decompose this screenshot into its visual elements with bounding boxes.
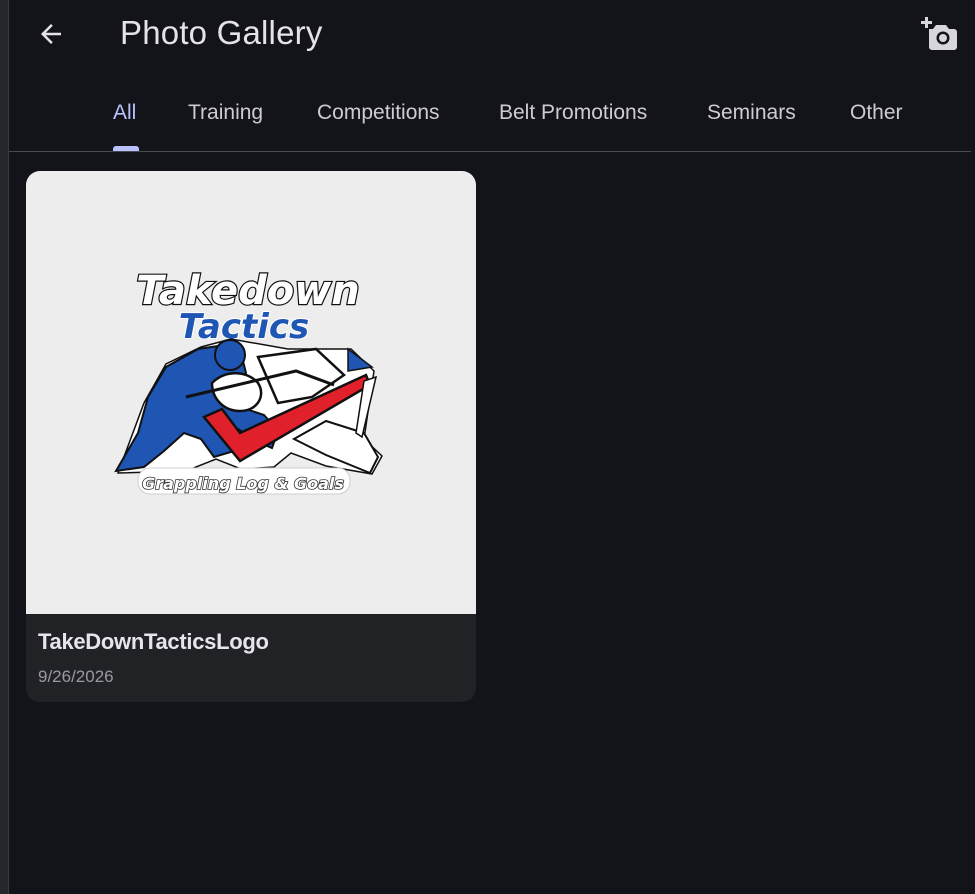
logo-tagline: Grappling Log & Goals: [142, 474, 344, 493]
photo-date: 9/26/2026: [38, 667, 114, 686]
tab-other[interactable]: Other: [850, 98, 903, 128]
category-tabs: All Training Competitions Belt Promotion…: [9, 82, 971, 152]
active-tab-indicator: [113, 146, 139, 151]
tab-belt-promotions[interactable]: Belt Promotions: [499, 98, 647, 128]
tab-competitions[interactable]: Competitions: [317, 98, 440, 128]
back-button[interactable]: [31, 14, 71, 54]
add-photo-camera-icon: [921, 17, 957, 50]
top-app-bar: Photo Gallery: [9, 0, 975, 70]
add-photo-button[interactable]: [917, 14, 961, 54]
page-title: Photo Gallery: [120, 14, 323, 51]
photo-title: TakeDownTacticsLogo: [38, 629, 269, 654]
photo-card[interactable]: Takedown Tactics Grappling Log & Goals T…: [26, 171, 476, 702]
tab-all[interactable]: All: [113, 98, 136, 128]
photo-gallery-screen: Photo Gallery All Training Competitions …: [9, 0, 975, 894]
arrow-left-icon: [41, 24, 61, 44]
takedown-tactics-logo: Takedown Tactics Grappling Log & Goals: [114, 267, 383, 495]
tab-seminars[interactable]: Seminars: [707, 98, 796, 128]
photo-thumbnail: Takedown Tactics Grappling Log & Goals: [26, 171, 476, 614]
tab-training[interactable]: Training: [188, 98, 263, 128]
window-edge: [0, 0, 9, 894]
